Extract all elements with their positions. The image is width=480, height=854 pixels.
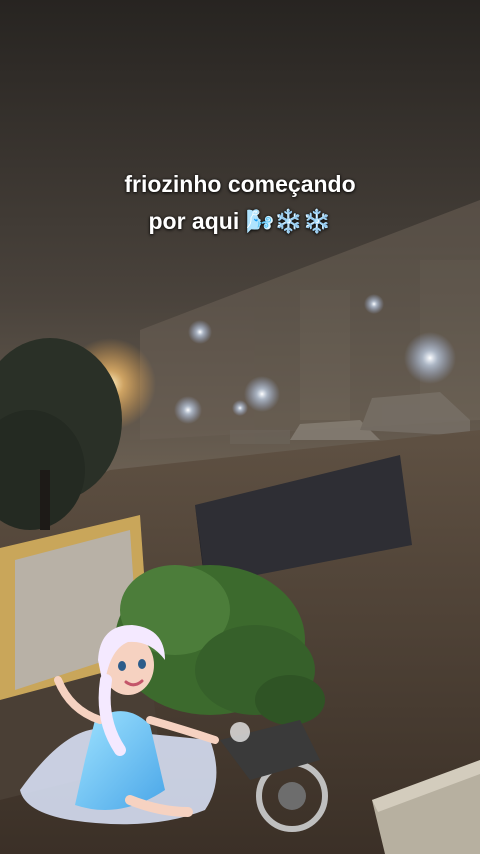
caption-line-2: por aqui 🌬️❄️❄️ — [148, 208, 332, 234]
story-caption: friozinho começando por aqui 🌬️❄️❄️ — [0, 166, 480, 240]
photo-background — [0, 0, 480, 854]
night-fog-photo: friozinho começando por aqui 🌬️❄️❄️ — [0, 0, 480, 854]
caption-line-1: friozinho começando — [124, 171, 356, 197]
